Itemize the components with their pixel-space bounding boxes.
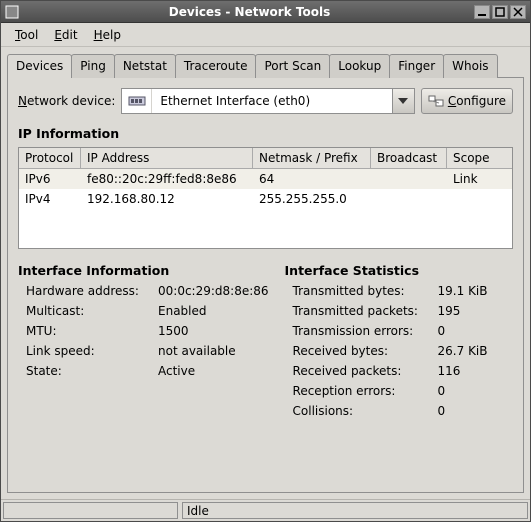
cell: Link <box>447 169 512 189</box>
device-label: Network device: <box>18 94 115 108</box>
tab-lookup[interactable]: Lookup <box>329 54 390 78</box>
txb-value: 19.1 KiB <box>438 284 513 298</box>
cell: IPv4 <box>19 189 81 209</box>
table-row[interactable]: IPv6 fe80::20c:29ff:fed8:8e86 64 Link <box>19 169 512 189</box>
col-value: 0 <box>438 404 513 418</box>
device-row: Network device: Ethernet Interface (eth0… <box>18 88 513 114</box>
titlebar: Devices - Network Tools <box>1 1 530 23</box>
txp-label: Transmitted packets: <box>293 304 438 318</box>
content: Devices Ping Netstat Traceroute Port Sca… <box>1 47 530 499</box>
menu-edit[interactable]: Edit <box>46 26 85 44</box>
statusbar: Idle <box>1 499 530 521</box>
rxb-value: 26.7 KiB <box>438 344 513 358</box>
iface-stats-heading: Interface Statistics <box>285 263 513 278</box>
tab-bar: Devices Ping Netstat Traceroute Port Sca… <box>7 54 524 78</box>
state-value: Active <box>158 364 269 378</box>
col-ip[interactable]: IP Address <box>81 148 253 168</box>
col-scope[interactable]: Scope <box>447 148 512 168</box>
rxp-label: Received packets: <box>293 364 438 378</box>
cell <box>447 189 512 209</box>
close-button[interactable] <box>510 5 526 19</box>
table-row[interactable]: IPv4 192.168.80.12 255.255.255.0 <box>19 189 512 209</box>
ip-info-heading: IP Information <box>18 126 513 141</box>
iface-info-heading: Interface Information <box>18 263 269 278</box>
window-title: Devices - Network Tools <box>25 5 474 19</box>
txe-value: 0 <box>438 324 513 338</box>
tab-portscan[interactable]: Port Scan <box>255 54 330 78</box>
tab-devices[interactable]: Devices <box>7 54 72 78</box>
col-broadcast[interactable]: Broadcast <box>371 148 447 168</box>
tab-netstat[interactable]: Netstat <box>114 54 176 78</box>
tab-finger[interactable]: Finger <box>389 54 444 78</box>
cell: fe80::20c:29ff:fed8:8e86 <box>81 169 253 189</box>
rxb-label: Received bytes: <box>293 344 438 358</box>
mtu-label: MTU: <box>26 324 158 338</box>
ethernet-icon <box>122 89 152 113</box>
state-label: State: <box>26 364 158 378</box>
hw-addr-label: Hardware address: <box>26 284 158 298</box>
link-value: not available <box>158 344 269 358</box>
minimize-button[interactable] <box>474 5 490 19</box>
configure-icon <box>428 94 444 108</box>
menu-tool[interactable]: Tool <box>7 26 46 44</box>
device-selected: Ethernet Interface (eth0) <box>152 94 391 108</box>
col-label: Collisions: <box>293 404 438 418</box>
configure-label: Configure <box>448 94 506 108</box>
cell <box>371 189 447 209</box>
device-combo[interactable]: Ethernet Interface (eth0) <box>121 88 414 114</box>
tab-traceroute[interactable]: Traceroute <box>175 54 257 78</box>
cell: 192.168.80.12 <box>81 189 253 209</box>
menu-help[interactable]: Help <box>86 26 129 44</box>
cell: IPv6 <box>19 169 81 189</box>
rxp-value: 116 <box>438 364 513 378</box>
tab-ping[interactable]: Ping <box>71 54 115 78</box>
link-label: Link speed: <box>26 344 158 358</box>
multicast-label: Multicast: <box>26 304 158 318</box>
cell: 64 <box>253 169 371 189</box>
rxe-label: Reception errors: <box>293 384 438 398</box>
col-protocol[interactable]: Protocol <box>19 148 81 168</box>
status-cell-left <box>3 502 178 519</box>
rxe-value: 0 <box>438 384 513 398</box>
chevron-down-icon[interactable] <box>392 89 414 113</box>
info-columns: Interface Information Hardware address: … <box>18 263 513 418</box>
txe-label: Transmission errors: <box>293 324 438 338</box>
maximize-button[interactable] <box>492 5 508 19</box>
cell <box>371 169 447 189</box>
txp-value: 195 <box>438 304 513 318</box>
window: Devices - Network Tools Tool Edit Help D… <box>0 0 531 522</box>
hw-addr-value: 00:0c:29:d8:8e:86 <box>158 284 269 298</box>
configure-button[interactable]: Configure <box>421 88 513 114</box>
tab-panel: Network device: Ethernet Interface (eth0… <box>7 77 524 493</box>
app-icon <box>5 5 19 19</box>
txb-label: Transmitted bytes: <box>293 284 438 298</box>
cell: 255.255.255.0 <box>253 189 371 209</box>
tab-whois[interactable]: Whois <box>443 54 497 78</box>
multicast-value: Enabled <box>158 304 269 318</box>
status-cell-text: Idle <box>182 502 528 519</box>
ip-table: Protocol IP Address Netmask / Prefix Bro… <box>18 147 513 249</box>
mtu-value: 1500 <box>158 324 269 338</box>
col-netmask[interactable]: Netmask / Prefix <box>253 148 371 168</box>
menubar: Tool Edit Help <box>1 23 530 47</box>
